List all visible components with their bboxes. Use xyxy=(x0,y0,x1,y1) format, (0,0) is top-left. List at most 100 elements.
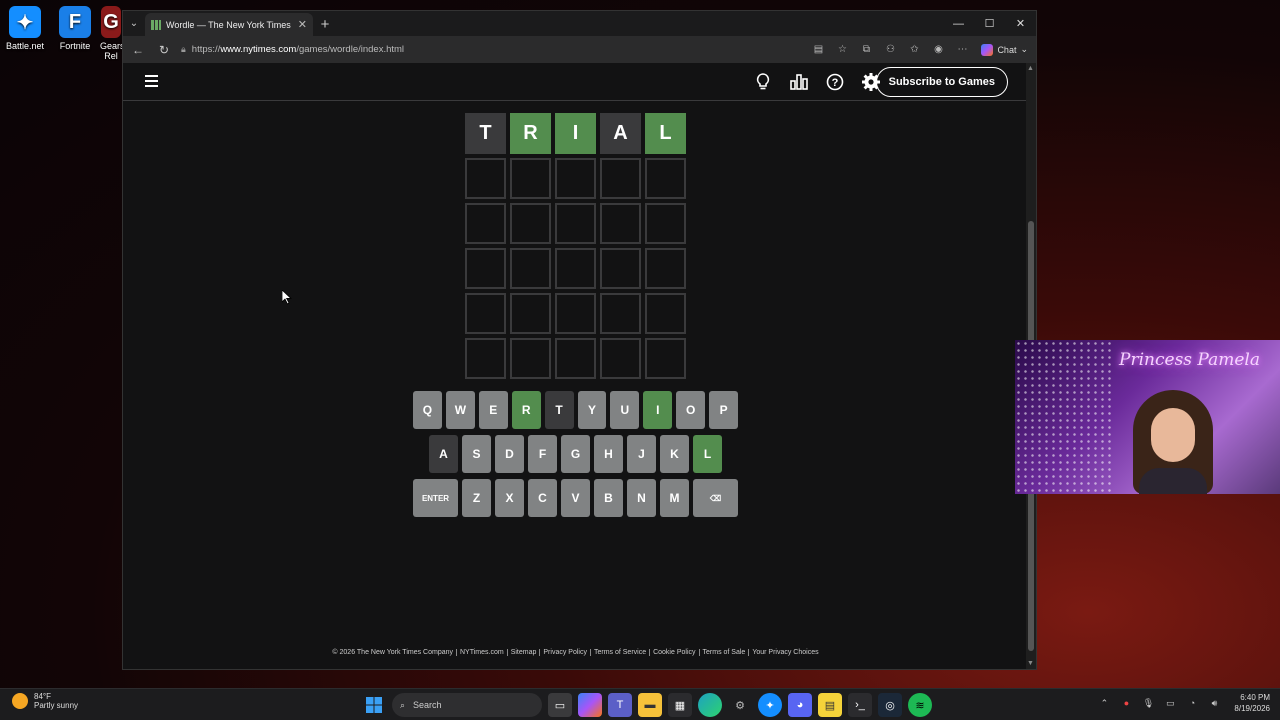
settings-taskbar-icon[interactable]: ⚙ xyxy=(728,693,752,717)
key-m[interactable]: M xyxy=(660,479,689,517)
key-q[interactable]: Q xyxy=(413,391,442,429)
tray-app-icon[interactable]: ● xyxy=(1118,695,1134,711)
minimize-button[interactable]: — xyxy=(943,11,974,36)
toolbar-extensions: ▤ ☆ ⧉ ⚇ ✩ ◉ ⋯ xyxy=(807,39,973,61)
key-u[interactable]: U xyxy=(610,391,640,429)
key-c[interactable]: C xyxy=(528,479,557,517)
extensions-icon[interactable]: ⧉ xyxy=(855,39,877,61)
scroll-down-icon[interactable]: ▼ xyxy=(1027,660,1034,667)
statistics-icon[interactable] xyxy=(787,71,811,93)
teams-icon[interactable]: T xyxy=(608,693,632,717)
key-f[interactable]: F xyxy=(528,435,557,473)
display-icon[interactable]: ▭ xyxy=(1162,695,1178,711)
edge-icon[interactable] xyxy=(698,693,722,717)
footer-link[interactable]: Your Privacy Choices xyxy=(749,649,821,656)
key-a[interactable]: A xyxy=(429,435,458,473)
search-label: Search xyxy=(413,700,442,710)
favorite-star-icon[interactable]: ☆ xyxy=(831,39,853,61)
tile-r1-c1: T xyxy=(465,113,506,154)
weather-widget[interactable]: 84°F Partly sunny xyxy=(12,692,78,710)
key-p[interactable]: P xyxy=(709,391,739,429)
copilot-taskbar-icon[interactable] xyxy=(578,693,602,717)
tab-wordle[interactable]: Wordle — The New York Times ✕ xyxy=(145,13,313,36)
key-x[interactable]: X xyxy=(495,479,524,517)
key-d[interactable]: D xyxy=(495,435,524,473)
microsoft-store-icon[interactable]: ▦ xyxy=(668,693,692,717)
key-w[interactable]: W xyxy=(445,391,475,429)
footer-link[interactable]: Terms of Sale xyxy=(699,649,750,656)
tile-r2-c4 xyxy=(600,158,641,199)
url-field[interactable]: 🔒︎ https://www.nytimes.com/games/wordle/… xyxy=(179,40,803,60)
key-y[interactable]: Y xyxy=(577,391,607,429)
microphone-icon[interactable]: 🎙︎ xyxy=(1140,695,1156,711)
more-options-icon[interactable]: ⋯ xyxy=(951,39,973,61)
back-button[interactable]: ← xyxy=(127,39,149,61)
key-enter[interactable]: ENTER xyxy=(413,479,458,517)
key-s[interactable]: S xyxy=(462,435,491,473)
footer-link[interactable]: © 2026 The New York Times Company xyxy=(329,649,457,656)
footer-link[interactable]: Sitemap xyxy=(507,649,541,656)
steam-icon[interactable]: ◎ xyxy=(878,693,902,717)
footer-link[interactable]: Cookie Policy xyxy=(650,649,700,656)
split-screen-icon[interactable]: ⚇ xyxy=(879,39,901,61)
weather-condition: Partly sunny xyxy=(34,701,79,710)
clock[interactable]: 6:40 PM 8/19/2026 xyxy=(1234,692,1270,714)
key-n[interactable]: N xyxy=(627,479,656,517)
spotify-icon[interactable]: ≋ xyxy=(908,693,932,717)
key-z[interactable]: Z xyxy=(462,479,491,517)
tile-r3-c2 xyxy=(510,203,551,244)
key-g[interactable]: G xyxy=(561,435,590,473)
footer-link[interactable]: Terms of Service xyxy=(590,649,651,656)
tray-overflow-icon[interactable]: ⌃ xyxy=(1096,695,1112,711)
file-explorer-icon[interactable]: ▬ xyxy=(638,693,662,717)
key-r[interactable]: R xyxy=(511,391,541,429)
footer-link[interactable]: Privacy Policy xyxy=(540,649,591,656)
copilot-chat-button[interactable]: Chat ⌄ xyxy=(977,43,1032,56)
key-v[interactable]: V xyxy=(561,479,590,517)
key-k[interactable]: K xyxy=(660,435,689,473)
profile-avatar-icon[interactable]: ◉ xyxy=(927,39,949,61)
network-icon[interactable]: ◔ xyxy=(1184,695,1200,711)
tile-r2-c3 xyxy=(555,158,596,199)
tile-r2-c1 xyxy=(465,158,506,199)
new-tab-button[interactable]: + xyxy=(313,13,337,36)
key-l[interactable]: L xyxy=(693,435,722,473)
key-backspace[interactable]: ⌫ xyxy=(693,479,738,517)
taskbar-search[interactable]: ⌕ Search xyxy=(392,693,542,717)
tab-list-dropdown[interactable]: ⌄ xyxy=(123,11,145,36)
taskbar: 84°F Partly sunny ⌕ Search ▭ T ▬ ▦ ⚙ ✦ ◕… xyxy=(0,688,1280,720)
clock-time: 6:40 PM xyxy=(1240,693,1270,702)
key-h[interactable]: H xyxy=(594,435,623,473)
desktop-icon-gears[interactable]: G Gears Rel xyxy=(100,4,122,61)
key-e[interactable]: E xyxy=(478,391,508,429)
footer-link[interactable]: NYTimes.com xyxy=(457,649,508,656)
sticky-notes-icon[interactable]: ▤ xyxy=(818,693,842,717)
key-i[interactable]: I xyxy=(643,391,673,429)
key-o[interactable]: O xyxy=(676,391,706,429)
chat-label: Chat xyxy=(997,44,1017,55)
task-view-icon[interactable]: ▭ xyxy=(548,693,572,717)
key-j[interactable]: J xyxy=(627,435,656,473)
menu-icon[interactable] xyxy=(145,75,158,90)
refresh-button[interactable]: ↻ xyxy=(153,39,175,61)
volume-icon[interactable]: 🔊︎ xyxy=(1206,695,1222,711)
desktop-icon-battlenet[interactable]: ✦ Battle.net xyxy=(0,4,50,51)
desktop-icon-fortnite[interactable]: F Fortnite xyxy=(50,4,100,51)
discord-icon[interactable]: ◕ xyxy=(788,693,812,717)
tile-r2-c2 xyxy=(510,158,551,199)
key-t[interactable]: T xyxy=(544,391,574,429)
help-icon[interactable]: ? xyxy=(823,71,847,93)
address-bar: ← ↻ 🔒︎ https://www.nytimes.com/games/wor… xyxy=(123,36,1036,63)
key-b[interactable]: B xyxy=(594,479,623,517)
windows-start-icon[interactable] xyxy=(362,693,386,717)
reader-view-icon[interactable]: ▤ xyxy=(807,39,829,61)
subscribe-button[interactable]: Subscribe to Games xyxy=(875,67,1008,97)
hint-bulb-icon[interactable] xyxy=(751,71,775,93)
scroll-up-icon[interactable]: ▲ xyxy=(1027,65,1034,72)
terminal-icon[interactable]: ›_ xyxy=(848,693,872,717)
tab-close-icon[interactable]: ✕ xyxy=(298,18,307,31)
close-window-button[interactable]: ✕ xyxy=(1005,11,1036,36)
battlenet-taskbar-icon[interactable]: ✦ xyxy=(758,693,782,717)
maximize-button[interactable]: ☐ xyxy=(974,11,1005,36)
favorites-icon[interactable]: ✩ xyxy=(903,39,925,61)
